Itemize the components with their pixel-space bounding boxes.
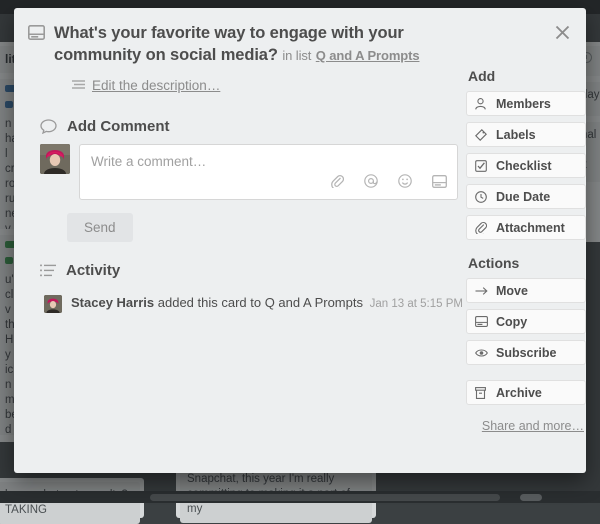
sidebar-item-label: Subscribe	[496, 346, 556, 360]
sidebar-item-move[interactable]: Move	[466, 278, 586, 303]
sidebar-divider	[466, 371, 586, 380]
checklist-icon	[475, 160, 488, 172]
sidebar-item-subscribe[interactable]: Subscribe	[466, 340, 586, 365]
send-button[interactable]: Send	[67, 213, 133, 242]
edit-description-row[interactable]: Edit the description…	[72, 78, 220, 93]
comment-area: Write a comment…	[40, 144, 458, 200]
sidebar-item-copy[interactable]: Copy	[466, 309, 586, 334]
card-icon	[28, 22, 54, 67]
sidebar-item-label: Labels	[496, 128, 536, 142]
label-icon	[475, 129, 488, 141]
clock-icon	[475, 191, 488, 203]
sidebar-actions-title: Actions	[468, 255, 586, 271]
card-icon[interactable]	[432, 175, 447, 193]
sidebar-item-label: Copy	[496, 315, 527, 329]
sidebar-item-labels[interactable]: Labels	[466, 122, 586, 147]
sidebar-item-label: Move	[496, 284, 528, 298]
eye-icon	[475, 348, 488, 358]
page-title: What's your favorite way to engage with …	[54, 22, 452, 67]
card-header: What's your favorite way to engage with …	[14, 8, 464, 67]
description-icon	[72, 80, 85, 91]
list-item: Stacey Harris added this card to Q and A…	[44, 294, 464, 313]
archive-icon	[475, 387, 488, 399]
mention-icon[interactable]	[364, 174, 378, 193]
emoji-icon[interactable]	[398, 174, 412, 193]
comment-toolbar	[331, 174, 447, 193]
activity-icon	[40, 264, 56, 277]
member-icon	[475, 98, 488, 110]
sidebar-item-label: Members	[496, 97, 551, 111]
sidebar-item-due-date[interactable]: Due Date	[466, 184, 586, 209]
sidebar-item-label: Attachment	[496, 221, 565, 235]
activity-heading: Activity	[40, 262, 120, 279]
activity-timestamp: Jan 13 at 5:15 PM	[370, 298, 463, 310]
sidebar-item-checklist[interactable]: Checklist	[466, 153, 586, 178]
add-comment-heading: Add Comment	[40, 118, 170, 135]
sidebar-item-label: Archive	[496, 386, 542, 400]
in-list-label: in list	[282, 48, 311, 63]
sidebar-item-attachment[interactable]: Attachment	[466, 215, 586, 240]
sidebar-item-members[interactable]: Members	[466, 91, 586, 116]
list-name-link[interactable]: Q and A Prompts	[316, 48, 420, 63]
attachment-icon[interactable]	[331, 174, 344, 193]
arrow-right-icon	[475, 286, 488, 296]
card-sidebar: Add Members Labels	[466, 8, 586, 433]
add-comment-label: Add Comment	[67, 118, 170, 135]
activity-label: Activity	[66, 262, 120, 279]
sidebar-item-label: Due Date	[496, 190, 550, 204]
attachment-icon	[475, 221, 488, 234]
comment-input[interactable]: Write a comment…	[79, 144, 458, 200]
card-icon	[475, 316, 488, 327]
sidebar-add-title: Add	[468, 68, 586, 84]
comment-icon	[40, 119, 57, 134]
activity-entry: Stacey Harris added this card to Q and A…	[71, 294, 463, 313]
activity-author[interactable]: Stacey Harris	[71, 295, 154, 310]
sidebar-item-label: Checklist	[496, 159, 552, 173]
edit-description-link[interactable]: Edit the description…	[92, 78, 220, 93]
avatar[interactable]	[44, 295, 62, 313]
comment-placeholder: Write a comment…	[91, 154, 206, 169]
activity-action: added this card to Q and A Prompts	[158, 295, 363, 310]
avatar[interactable]	[40, 144, 70, 174]
share-and-more-link[interactable]: Share and more…	[466, 419, 586, 433]
card-detail-modal: What's your favorite way to engage with …	[14, 8, 586, 473]
sidebar-item-archive[interactable]: Archive	[466, 380, 586, 405]
